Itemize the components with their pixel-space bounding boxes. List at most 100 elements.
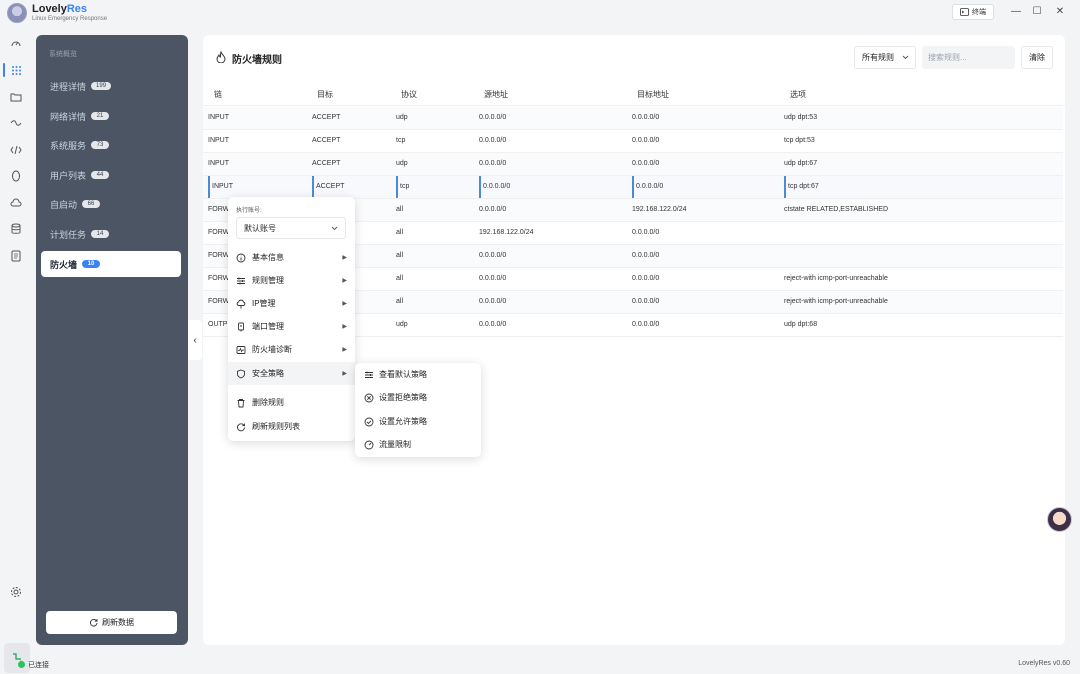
menu-item-basic-info[interactable]: 基本信息 ▶ <box>228 246 355 269</box>
sidebar-item-autostart[interactable]: 自启动 66 <box>41 191 181 217</box>
sidebar-item-services[interactable]: 系统服务 73 <box>41 132 181 158</box>
cell-protocol: udp <box>396 114 408 121</box>
sidebar-item-processes[interactable]: 进程详情 199 <box>41 73 181 99</box>
cell-source: 0.0.0.0/0 <box>479 275 507 282</box>
flame-icon <box>216 51 226 63</box>
assistant-avatar[interactable] <box>1047 507 1072 532</box>
cell-destination: 0.0.0.0/0 <box>632 252 660 259</box>
cell-options: tcp dpt:67 <box>784 176 819 198</box>
code-icon[interactable] <box>8 142 24 158</box>
database-icon[interactable] <box>8 221 24 237</box>
count-badge: 44 <box>91 171 110 179</box>
cloud-upload-icon[interactable] <box>8 195 24 211</box>
folder-icon[interactable] <box>8 89 24 105</box>
submenu-arrow-icon: ▶ <box>342 347 347 353</box>
submenu-item-rate-limit[interactable]: 流量限制 <box>355 433 481 456</box>
sidebar: 系统概览 进程详情 199 网络详情 21 系统服务 73 用户列表 44 自启动 66 … <box>36 35 188 645</box>
cell-protocol: tcp <box>396 137 406 144</box>
security-policy-submenu: 查看默认策略 设置拒绝策略 设置允许策略 流量限制 <box>355 363 481 457</box>
cell-chain: INPUT <box>208 176 233 198</box>
submenu-arrow-icon: ▶ <box>342 324 347 330</box>
rule-filter-value: 所有规则 <box>862 53 894 62</box>
table-row[interactable]: INPUT ACCEPT udp 0.0.0.0/0 0.0.0.0/0 udp dpt:… <box>203 107 1063 130</box>
cell-options: udp dpt:68 <box>784 321 818 328</box>
cell-target: ACCEPT <box>312 114 341 121</box>
column-header-protocol: 协议 <box>401 90 417 99</box>
column-header-target: 目标 <box>317 90 333 99</box>
table-row[interactable]: INPUT ACCEPT tcp 0.0.0.0/0 0.0.0.0/0 tcp dpt:… <box>203 130 1063 153</box>
menu-item-port-management[interactable]: 端口管理 ▶ <box>228 315 355 338</box>
connection-status: 已连接 <box>28 662 49 669</box>
settings-gear-icon[interactable] <box>8 584 24 600</box>
list-icon <box>364 370 374 380</box>
account-label: 执行账号: <box>236 208 262 214</box>
count-badge: 73 <box>91 141 110 149</box>
document-icon[interactable] <box>8 248 24 264</box>
apps-grid-icon[interactable] <box>3 62 24 78</box>
menu-item-label: 基本信息 <box>252 253 284 262</box>
menu-item-ip-management[interactable]: IP管理 ▶ <box>228 292 355 315</box>
submenu-item-set-allow[interactable]: 设置允许策略 <box>355 410 481 433</box>
linux-icon[interactable] <box>8 168 24 184</box>
sidebar-item-network[interactable]: 网络详情 21 <box>41 103 181 129</box>
menu-item-refresh-rules[interactable]: 刷新规则列表 <box>228 415 355 438</box>
clear-button[interactable]: 清除 <box>1021 46 1053 69</box>
sidebar-item-firewall[interactable]: 防火墙 10 <box>41 251 181 277</box>
search-rules-input[interactable] <box>922 46 1015 69</box>
submenu-item-view-default[interactable]: 查看默认策略 <box>355 363 481 386</box>
refresh-icon <box>89 619 98 627</box>
submenu-arrow-icon: ▶ <box>342 371 347 377</box>
sliders-icon <box>236 276 246 286</box>
shield-icon <box>236 369 246 379</box>
dashboard-icon[interactable] <box>8 35 24 51</box>
sidebar-item-label: 计划任务 <box>50 229 87 240</box>
account-select[interactable]: 默认账号 <box>236 217 346 239</box>
cell-protocol: tcp <box>396 176 409 198</box>
submenu-item-label: 流量限制 <box>379 440 411 449</box>
terminal-icon <box>960 8 969 16</box>
cell-chain: FORW <box>208 298 230 305</box>
maximize-button[interactable]: ☐ <box>1030 5 1044 19</box>
sidebar-item-cron[interactable]: 计划任务 14 <box>41 221 181 247</box>
minimize-button[interactable]: — <box>1009 5 1023 19</box>
column-header-destination: 目标地址 <box>637 90 669 99</box>
app-name-prefix: Lovely <box>32 3 67 15</box>
table-row[interactable]: INPUT ACCEPT tcp 0.0.0.0/0 0.0.0.0/0 tcp dpt:… <box>203 176 1063 199</box>
deny-icon <box>364 393 374 403</box>
submenu-item-set-deny[interactable]: 设置拒绝策略 <box>355 386 481 409</box>
refresh-data-button[interactable]: 刷新数据 <box>46 611 177 634</box>
link-icon[interactable] <box>8 115 24 131</box>
cell-source: 0.0.0.0/0 <box>479 114 507 121</box>
cell-destination: 0.0.0.0/0 <box>632 176 663 198</box>
page-title: 防火墙规则 <box>232 55 282 66</box>
cell-protocol: all <box>396 252 404 259</box>
menu-item-firewall-diagnosis[interactable]: 防火墙诊断 ▶ <box>228 338 355 361</box>
menu-item-security-policy[interactable]: 安全策略 ▶ <box>228 362 355 385</box>
diagnose-icon <box>236 345 246 355</box>
cell-chain: FORW <box>208 229 230 236</box>
sidebar-item-label: 自启动 <box>50 199 78 210</box>
cell-destination: 0.0.0.0/0 <box>632 229 660 236</box>
cell-options: reject-with icmp-port-unreachable <box>784 298 888 305</box>
menu-item-label: 删除规则 <box>252 398 284 407</box>
column-header-chain: 链 <box>214 90 222 99</box>
connected-status-icon <box>18 661 25 668</box>
cell-target: ACCEPT <box>312 137 341 144</box>
terminal-label: 终端 <box>972 9 986 16</box>
account-value: 默认账号 <box>244 223 276 233</box>
table-row[interactable]: INPUT ACCEPT udp 0.0.0.0/0 0.0.0.0/0 udp dpt:… <box>203 153 1063 176</box>
terminal-button[interactable]: 终端 <box>952 4 994 20</box>
rule-filter-select[interactable]: 所有规则 <box>854 46 916 69</box>
menu-item-label: 安全策略 <box>252 369 284 378</box>
cell-protocol: all <box>396 229 404 236</box>
sidebar-item-users[interactable]: 用户列表 44 <box>41 162 181 188</box>
menu-item-delete-rule[interactable]: 删除规则 <box>228 391 355 414</box>
info-icon <box>236 253 246 263</box>
cell-options: tcp dpt:53 <box>784 137 815 144</box>
collapse-sidebar-button[interactable]: ‹ <box>188 320 202 360</box>
cell-options: udp dpt:67 <box>784 160 818 167</box>
close-button[interactable]: ✕ <box>1053 5 1067 19</box>
count-badge: 66 <box>82 200 101 208</box>
menu-item-rule-management[interactable]: 规则管理 ▶ <box>228 269 355 292</box>
sidebar-item-label: 系统服务 <box>50 140 87 151</box>
